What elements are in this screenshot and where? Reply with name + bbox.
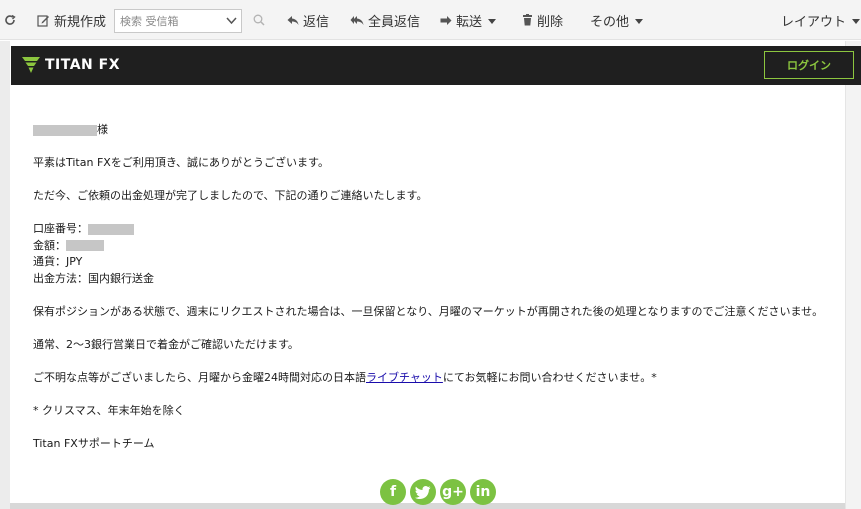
layout-button[interactable]: レイアウト [781, 0, 861, 40]
compose-icon [37, 14, 49, 27]
reply-button[interactable]: 返信 [287, 0, 329, 40]
reply-all-button[interactable]: 全員返信 [350, 0, 420, 40]
mail-toolbar: 新規作成 返信 全員返信 転送 削除 その他 レイアウト [0, 0, 861, 40]
pane-gutter [0, 41, 10, 509]
amount-label: 金額： [33, 238, 66, 252]
email-body: 様 平素はTitan FXをご利用頂き、誠にありがとうございます。 ただ今、ご依… [33, 122, 823, 452]
amount-line: 金額： [33, 238, 823, 255]
facebook-glyph: f [389, 484, 397, 500]
currency-line: 通貨：JPY [33, 255, 83, 268]
forward-icon [440, 15, 452, 25]
arrival-notice: 通常、2〜3銀行営業日で着金がご確認いただけます。 [33, 337, 299, 351]
more-label: その他 [590, 14, 630, 30]
contact-text-after: にてお気軽にお問い合わせくださいませ。* [442, 370, 657, 384]
reply-icon [287, 15, 299, 25]
salutation-suffix: 様 [97, 123, 108, 136]
live-chat-link[interactable]: ライブチャット [366, 371, 443, 384]
chevron-down-icon [488, 18, 497, 24]
signature: Titan FXサポートチーム [33, 436, 155, 450]
search-button[interactable] [253, 0, 269, 40]
reply-all-icon [350, 15, 364, 25]
new-mail-label: 新規作成 [54, 14, 107, 30]
forward-label: 転送 [456, 14, 483, 30]
twitter-bird-icon [415, 485, 431, 499]
search-input[interactable] [115, 11, 215, 31]
reply-label: 返信 [303, 14, 330, 30]
account-label: 口座番号： [33, 222, 88, 235]
googleplus-icon[interactable]: g+ [440, 479, 466, 505]
contact-text-before: ご不明な点等がございましたら、月曜から金曜24時間対応の日本語 [33, 370, 366, 384]
search-field[interactable] [114, 9, 242, 33]
chevron-down-icon [635, 18, 644, 24]
notice-line: ただ今、ご依頼の出金処理が完了しましたので、下記の通りご連絡いたします。 [33, 189, 428, 202]
titanfx-logo: TITAN FX [21, 55, 120, 75]
googleplus-glyph: g+ [442, 484, 464, 500]
redacted-name [33, 124, 97, 136]
position-notice: 保有ポジションがある状態で、週末にリクエストされた場合は、一旦保留となり、月曜の… [33, 304, 824, 318]
refresh-icon [5, 14, 16, 25]
chevron-down-icon [852, 18, 861, 24]
method-line: 出金方法：国内銀行送金 [33, 271, 154, 285]
login-button[interactable]: ログイン [764, 51, 854, 79]
logo-fx-text: FX [98, 57, 121, 73]
email-brand-header: TITAN FX ログイン [11, 46, 861, 85]
logo-wordmark: TITAN FX [45, 57, 120, 73]
greeting-line: 平素はTitan FXをご利用頂き、誠にありがとうございます。 [33, 156, 329, 169]
search-icon [253, 14, 265, 26]
more-button[interactable]: その他 [590, 0, 644, 40]
forward-button[interactable]: 転送 [440, 0, 497, 40]
reply-all-label: 全員返信 [368, 14, 421, 30]
redacted-amount [66, 240, 104, 251]
linkedin-glyph: in [475, 484, 491, 500]
trash-icon [523, 14, 532, 26]
holiday-footnote: * クリスマス、年末年始を除く [33, 403, 185, 417]
titan-shield-icon [22, 57, 40, 73]
layout-label: レイアウト [781, 14, 847, 30]
facebook-icon[interactable]: f [380, 479, 406, 505]
delete-button[interactable]: 削除 [522, 0, 563, 40]
social-links: f g+ in [380, 479, 496, 505]
contact-line: ご不明な点等がございましたら、月曜から金曜24時間対応の日本語ライブチャットにて… [33, 370, 823, 387]
vertical-scrollbar[interactable] [845, 41, 861, 509]
logo-main-text: TITAN [45, 57, 94, 73]
linkedin-icon[interactable]: in [470, 479, 496, 505]
refresh-button[interactable] [4, 0, 20, 40]
redacted-account [88, 223, 134, 235]
account-line: 口座番号： [33, 221, 823, 238]
twitter-icon[interactable] [410, 479, 436, 505]
salutation: 様 [33, 122, 823, 139]
chevron-down-icon[interactable] [226, 16, 237, 26]
delete-label: 削除 [537, 14, 564, 30]
new-mail-button[interactable]: 新規作成 [37, 0, 106, 40]
